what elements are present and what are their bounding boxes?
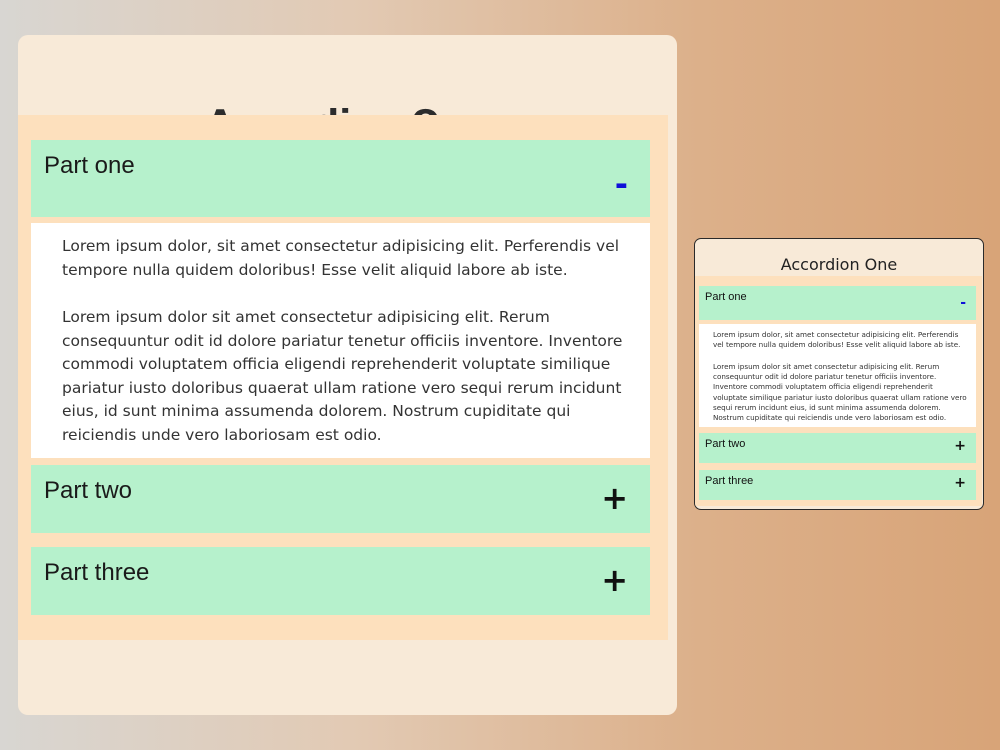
- preview-label: Part one: [705, 291, 747, 303]
- preview-paragraph: Lorem ipsum dolor sit amet consectetur a…: [713, 362, 967, 423]
- preview-header-part-two[interactable]: Part two +: [699, 433, 976, 463]
- collapse-icon[interactable]: -: [960, 295, 966, 311]
- preview-header-part-three[interactable]: Part three +: [699, 470, 976, 500]
- expand-icon[interactable]: +: [954, 475, 966, 491]
- preview-header-part-one[interactable]: Part one -: [699, 286, 976, 320]
- preview-title: Accordion One: [780, 255, 898, 274]
- preview-paragraph: Lorem ipsum dolor, sit amet consectetur …: [713, 330, 961, 350]
- expand-icon[interactable]: +: [601, 561, 628, 599]
- preview-content-part-one: Lorem ipsum dolor, sit amet consectetur …: [699, 324, 976, 427]
- accordion-header-part-two[interactable]: Part two +: [31, 465, 650, 533]
- preview-label: Part two: [705, 438, 746, 450]
- collapse-icon[interactable]: -: [615, 165, 628, 203]
- preview-label: Part three: [705, 475, 754, 487]
- accordion-header-part-three[interactable]: Part three +: [31, 547, 650, 615]
- accordion-label: Part two: [44, 477, 133, 504]
- preview-panel: Part one - Lorem ipsum dolor, sit amet c…: [695, 276, 982, 506]
- expand-icon[interactable]: +: [954, 438, 966, 454]
- accordion-header-part-one[interactable]: Part one -: [31, 140, 650, 217]
- accordion-content-part-one: Lorem ipsum dolor, sit amet consectetur …: [31, 223, 650, 458]
- accordion-card: Accordion One Part one - Lorem ipsum dol…: [18, 35, 677, 715]
- content-paragraph: Lorem ipsum dolor sit amet consectetur a…: [62, 308, 623, 444]
- accordion-panel: Part one - Lorem ipsum dolor, sit amet c…: [18, 115, 668, 640]
- expand-icon[interactable]: +: [601, 479, 628, 517]
- accordion-label: Part three: [44, 559, 150, 586]
- accordion-label: Part one: [44, 152, 135, 179]
- content-paragraph: Lorem ipsum dolor, sit amet consectetur …: [62, 237, 620, 279]
- accordion-preview: Accordion One Part one - Lorem ipsum dol…: [694, 238, 984, 510]
